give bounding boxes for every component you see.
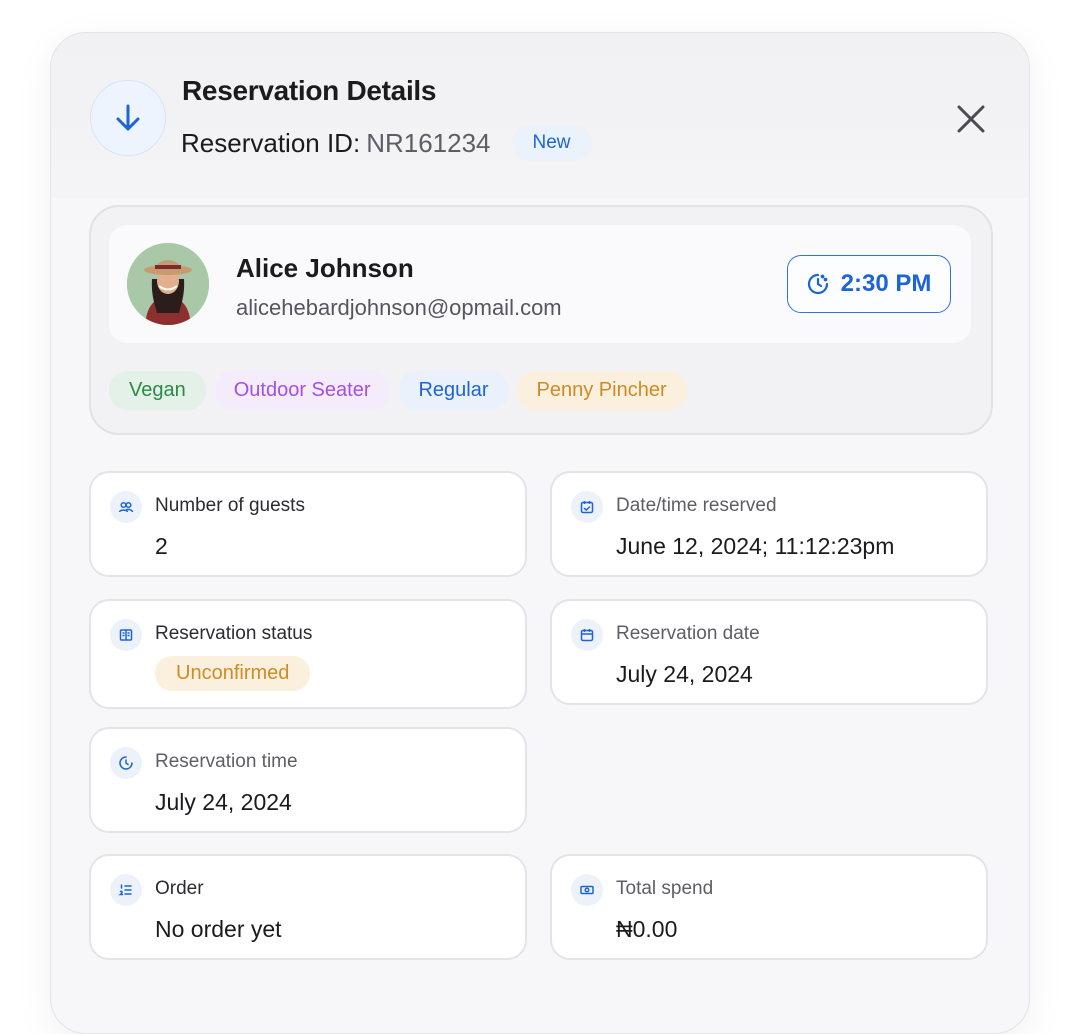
calendar-check-icon [571,491,603,523]
clock-icon [807,273,828,295]
date-label: Reservation date [616,623,760,644]
book-icon [110,619,142,651]
list-icon [110,874,142,906]
avatar [127,243,209,325]
tag-regular: Regular [398,371,509,410]
reserved-at-value: June 12, 2024; 11:12:23pm [616,533,895,559]
reservation-id-value: NR161234 [366,127,491,158]
date-value: July 24, 2024 [616,661,753,687]
money-icon [571,874,603,906]
guest-name: Alice Johnson [236,253,414,283]
clock-icon [110,747,142,779]
time-value: July 24, 2024 [155,789,292,815]
panel-header [51,33,1029,198]
guests-label: Number of guests [155,495,305,516]
guests-value: 2 [155,533,168,559]
status-label: Reservation status [155,623,313,644]
status-card: Reservation status Unconfirmed [89,599,527,709]
tag-penny-pincher: Penny Pincher [516,371,687,410]
guest-email: alicehebardjohnson@opmail.com [236,295,562,320]
close-icon [957,105,985,133]
reserved-at-label: Date/time reserved [616,495,777,516]
close-button[interactable] [954,102,988,136]
spend-value: ₦0.00 [616,916,678,942]
page-title: Reservation Details [182,75,437,106]
order-label: Order [155,878,204,899]
status-value-badge: Unconfirmed [155,656,311,691]
guest-summary: Alice Johnson alicehebardjohnson@opmail.… [109,225,971,343]
guest-card: Alice Johnson alicehebardjohnson@opmail.… [89,205,993,435]
spend-card: Total spend ₦0.00 [550,854,988,960]
order-card: Order No order yet [89,854,527,960]
calendar-icon [571,619,603,651]
guest-tags: Vegan Outdoor Seater Regular Penny Pinch… [109,371,687,410]
arrow-down-icon [90,80,166,156]
status-badge: New [512,125,591,161]
date-card: Reservation date July 24, 2024 [550,599,988,705]
reservation-id-colon: : [352,127,361,158]
guests-card: Number of guests 2 [89,471,527,577]
order-value: No order yet [155,916,282,942]
reserved-at-card: Date/time reserved June 12, 2024; 11:12:… [550,471,988,577]
time-label: Reservation time [155,751,298,772]
spend-label: Total spend [616,878,714,899]
tag-outdoor-seater: Outdoor Seater [213,371,391,410]
time-card: Reservation time July 24, 2024 [89,727,527,833]
reservation-id-label: Reservation ID [181,127,353,158]
reservation-id: Reservation ID: NR161234 New [181,125,591,161]
tag-vegan: Vegan [109,371,206,410]
reservation-details-panel: Reservation Details Reservation ID: NR16… [50,32,1030,1034]
reservation-time-button[interactable]: 2:30 PM [787,255,951,313]
reservation-time-label: 2:30 PM [840,270,932,297]
users-icon [110,491,142,523]
